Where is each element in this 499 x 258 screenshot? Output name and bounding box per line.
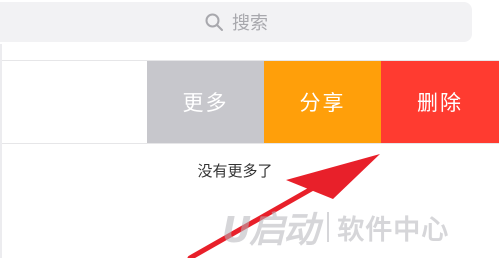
- watermark-separator: [327, 212, 330, 242]
- watermark-site: 软件中心: [337, 214, 450, 246]
- watermark: U启动 软件中心: [222, 202, 449, 252]
- arrow-head: [286, 154, 380, 199]
- watermark-logo: U启动: [222, 210, 319, 251]
